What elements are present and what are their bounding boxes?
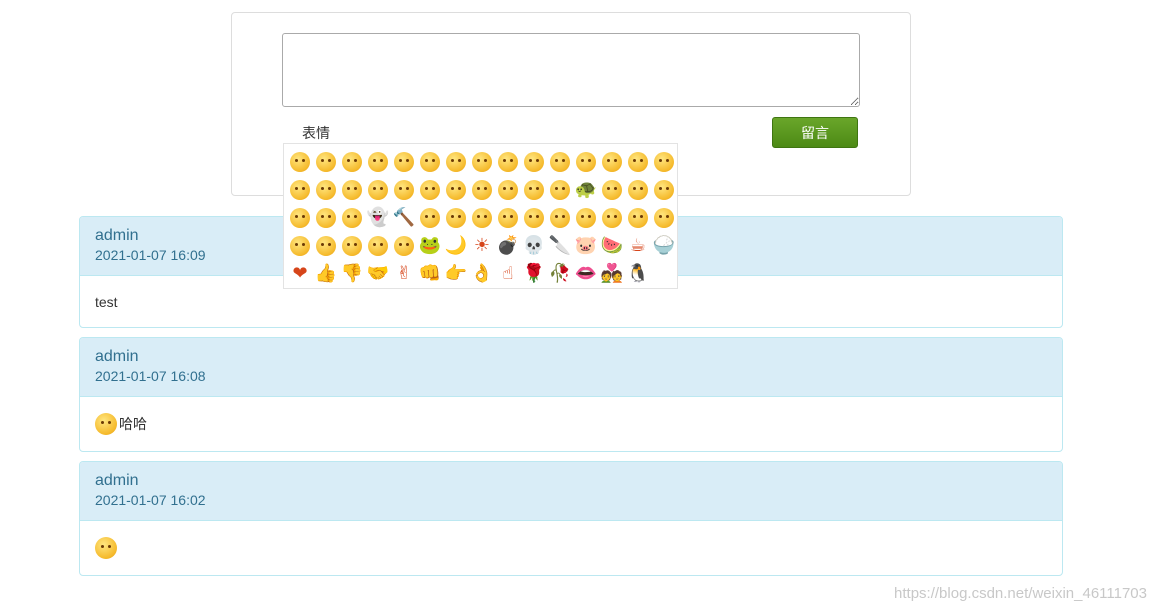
sleepy-icon[interactable] xyxy=(469,148,495,176)
thumbs-down-icon[interactable]: 👎 xyxy=(339,260,365,288)
dizzy-2-icon[interactable] xyxy=(313,204,339,232)
ponder-icon[interactable] xyxy=(417,204,443,232)
sick-icon[interactable] xyxy=(651,204,677,232)
watermelon-icon[interactable]: 🍉 xyxy=(599,232,625,260)
big-grin-icon[interactable] xyxy=(599,148,625,176)
sad-icon[interactable] xyxy=(651,148,677,176)
wilted-rose-icon[interactable]: 🥀 xyxy=(547,260,573,288)
message-time: 2021-01-07 16:08 xyxy=(95,368,206,384)
bomb-icon[interactable]: 💣 xyxy=(495,232,521,260)
heart-icon[interactable]: ❤ xyxy=(287,260,313,288)
nervous-icon[interactable] xyxy=(339,176,365,204)
knife-icon[interactable]: 🔪 xyxy=(547,232,573,260)
rose-icon[interactable]: 🌹 xyxy=(521,260,547,288)
plead-icon[interactable] xyxy=(547,204,573,232)
think-icon[interactable] xyxy=(365,176,391,204)
message-card: admin 2021-01-07 16:08 哈哈 xyxy=(79,337,1063,452)
angry-red-icon[interactable] xyxy=(495,148,521,176)
zipped-icon[interactable] xyxy=(495,176,521,204)
black-ghost-icon[interactable]: 👻 xyxy=(365,204,391,232)
pinch-icon[interactable] xyxy=(521,204,547,232)
message-time: 2021-01-07 16:02 xyxy=(95,492,206,508)
message-body xyxy=(80,521,1062,575)
panic-icon[interactable] xyxy=(365,232,391,260)
meh-icon[interactable] xyxy=(287,232,313,260)
frog-icon[interactable]: 🐸 xyxy=(417,232,443,260)
sun-icon[interactable]: ☀ xyxy=(469,232,495,260)
finger-point-icon[interactable]: ☝ xyxy=(495,260,521,288)
whistle-icon[interactable] xyxy=(339,232,365,260)
rage-icon[interactable] xyxy=(521,176,547,204)
cool-frame-icon[interactable] xyxy=(547,148,573,176)
skull-icon[interactable]: 💀 xyxy=(521,232,547,260)
message-header: admin 2021-01-07 16:08 xyxy=(80,338,1062,397)
heart-eyes-icon[interactable] xyxy=(339,148,365,176)
cover-face-icon[interactable] xyxy=(391,232,417,260)
puzzled-icon[interactable] xyxy=(443,176,469,204)
shock-icon[interactable] xyxy=(417,176,443,204)
thumbs-up-icon[interactable]: 👍 xyxy=(313,260,339,288)
message-card: admin 2021-01-07 16:02 xyxy=(79,461,1063,576)
scream-icon[interactable] xyxy=(287,204,313,232)
lips-icon[interactable]: 👄 xyxy=(573,260,599,288)
smug-icon[interactable] xyxy=(599,176,625,204)
love-couple-icon[interactable]: 💑 xyxy=(599,260,625,288)
smile-icon[interactable] xyxy=(287,148,313,176)
penguin-icon[interactable]: 🐧 xyxy=(625,260,651,288)
message-author: admin xyxy=(95,472,139,489)
grimace-icon[interactable] xyxy=(313,148,339,176)
frown-icon[interactable] xyxy=(625,176,651,204)
sob-icon[interactable] xyxy=(339,204,365,232)
tongue-icon[interactable] xyxy=(547,176,573,204)
wink-icon[interactable] xyxy=(469,204,495,232)
coffee-icon[interactable]: ☕ xyxy=(625,232,651,260)
handshake-icon[interactable]: 🤝 xyxy=(365,260,391,288)
crying-icon[interactable] xyxy=(391,148,417,176)
blush-icon[interactable] xyxy=(287,176,313,204)
dizzy-icon[interactable] xyxy=(443,148,469,176)
message-text: test xyxy=(95,293,118,310)
submit-message-button[interactable]: 留言 xyxy=(772,117,858,148)
point-icon[interactable]: 👉 xyxy=(443,260,469,288)
smirk-icon xyxy=(95,537,117,559)
grumpy-icon[interactable] xyxy=(599,204,625,232)
surprised-icon[interactable] xyxy=(417,148,443,176)
hammer-icon[interactable]: 🔨 xyxy=(391,204,417,232)
shy-icon[interactable] xyxy=(625,148,651,176)
smirk-icon[interactable] xyxy=(365,148,391,176)
message-text: 哈哈 xyxy=(119,416,147,432)
yawn-icon[interactable] xyxy=(443,204,469,232)
message-author: admin xyxy=(95,348,139,365)
fist-icon[interactable]: 👊 xyxy=(417,260,443,288)
watermark: https://blog.csdn.net/weixin_46111703 xyxy=(894,585,1147,602)
grimace-2-icon[interactable] xyxy=(391,176,417,204)
victory-icon[interactable]: ✌ xyxy=(391,260,417,288)
message-textarea[interactable] xyxy=(282,33,860,107)
angry-pout-icon[interactable] xyxy=(521,148,547,176)
grimace-icon xyxy=(95,413,117,435)
message-body: 哈哈 xyxy=(80,397,1062,451)
stare-icon[interactable] xyxy=(469,176,495,204)
message-header: admin 2021-01-07 16:02 xyxy=(80,462,1062,521)
turtle-icon[interactable]: 🐢 xyxy=(573,176,599,204)
emoji-picker-panel: 🐢 👻 🔨 🐸 🌙 ☀ 💣 💀 🔪 🐷 🍉 ☕ 🍚 ❤ 👍 👎 🤝 ✌ 👊 👉 👌 ☝ 🌹 🥀 👄 💑 🐧 xyxy=(283,143,678,289)
moon-icon[interactable]: 🌙 xyxy=(443,232,469,260)
grin-icon[interactable] xyxy=(573,148,599,176)
rice-icon[interactable]: 🍚 xyxy=(651,232,677,260)
spiral-eyes-icon[interactable] xyxy=(651,176,677,204)
laugh-tears-icon[interactable] xyxy=(313,176,339,204)
kiss-icon[interactable] xyxy=(313,232,339,260)
cheeky-icon[interactable] xyxy=(495,204,521,232)
annoyed-icon[interactable] xyxy=(573,204,599,232)
emoji-grid: 🐢 👻 🔨 🐸 🌙 ☀ 💣 💀 🔪 🐷 🍉 ☕ 🍚 ❤ 👍 👎 🤝 ✌ 👊 👉 👌 ☝ 🌹 🥀 👄 💑 🐧 xyxy=(287,148,677,288)
pig-icon[interactable]: 🐷 xyxy=(573,232,599,260)
emoji-toggle-link[interactable]: 表情 xyxy=(302,123,330,143)
ok-hand-icon[interactable]: 👌 xyxy=(469,260,495,288)
hug-icon[interactable] xyxy=(625,204,651,232)
